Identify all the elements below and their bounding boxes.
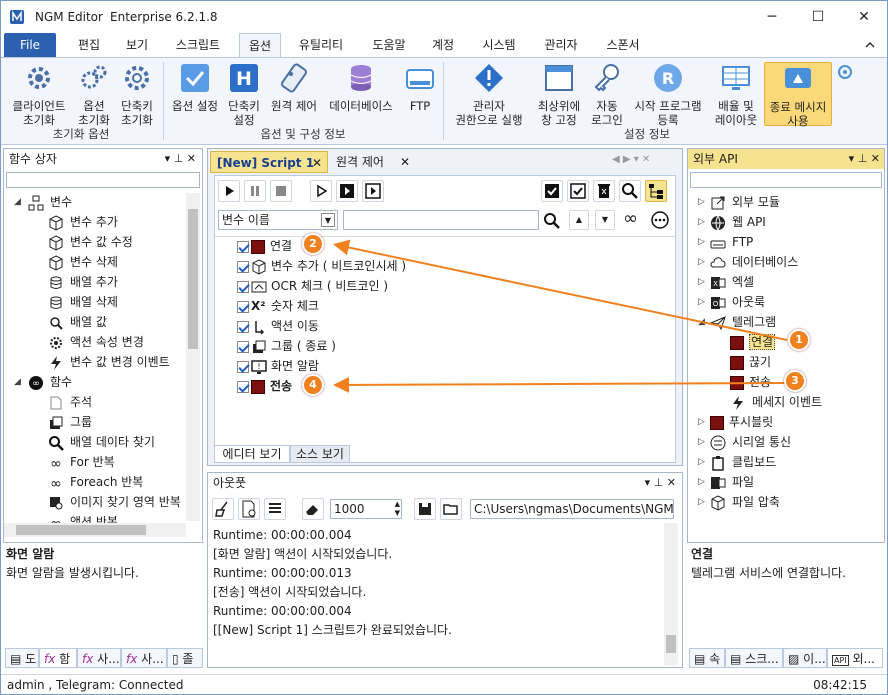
callout-arrow-1-to-2 <box>333 239 788 341</box>
callout-badge-3: 3 <box>784 370 806 392</box>
app-window: NGM Editor Enterprise 6.2.1.8 ─ ☐ ✕ File… <box>0 0 888 695</box>
status-text: admin , Telegram: Connected <box>7 678 184 692</box>
callout-badge-1: 1 <box>788 329 810 351</box>
callout-badge-2: 2 <box>302 233 324 255</box>
callout-arrows <box>333 239 788 393</box>
callout-arrow-3-to-4 <box>333 376 786 393</box>
status-bar: admin , Telegram: Connected 08:42:15 <box>1 674 887 694</box>
status-time: 08:42:15 <box>813 678 867 692</box>
callout-badge-4: 4 <box>302 374 324 396</box>
